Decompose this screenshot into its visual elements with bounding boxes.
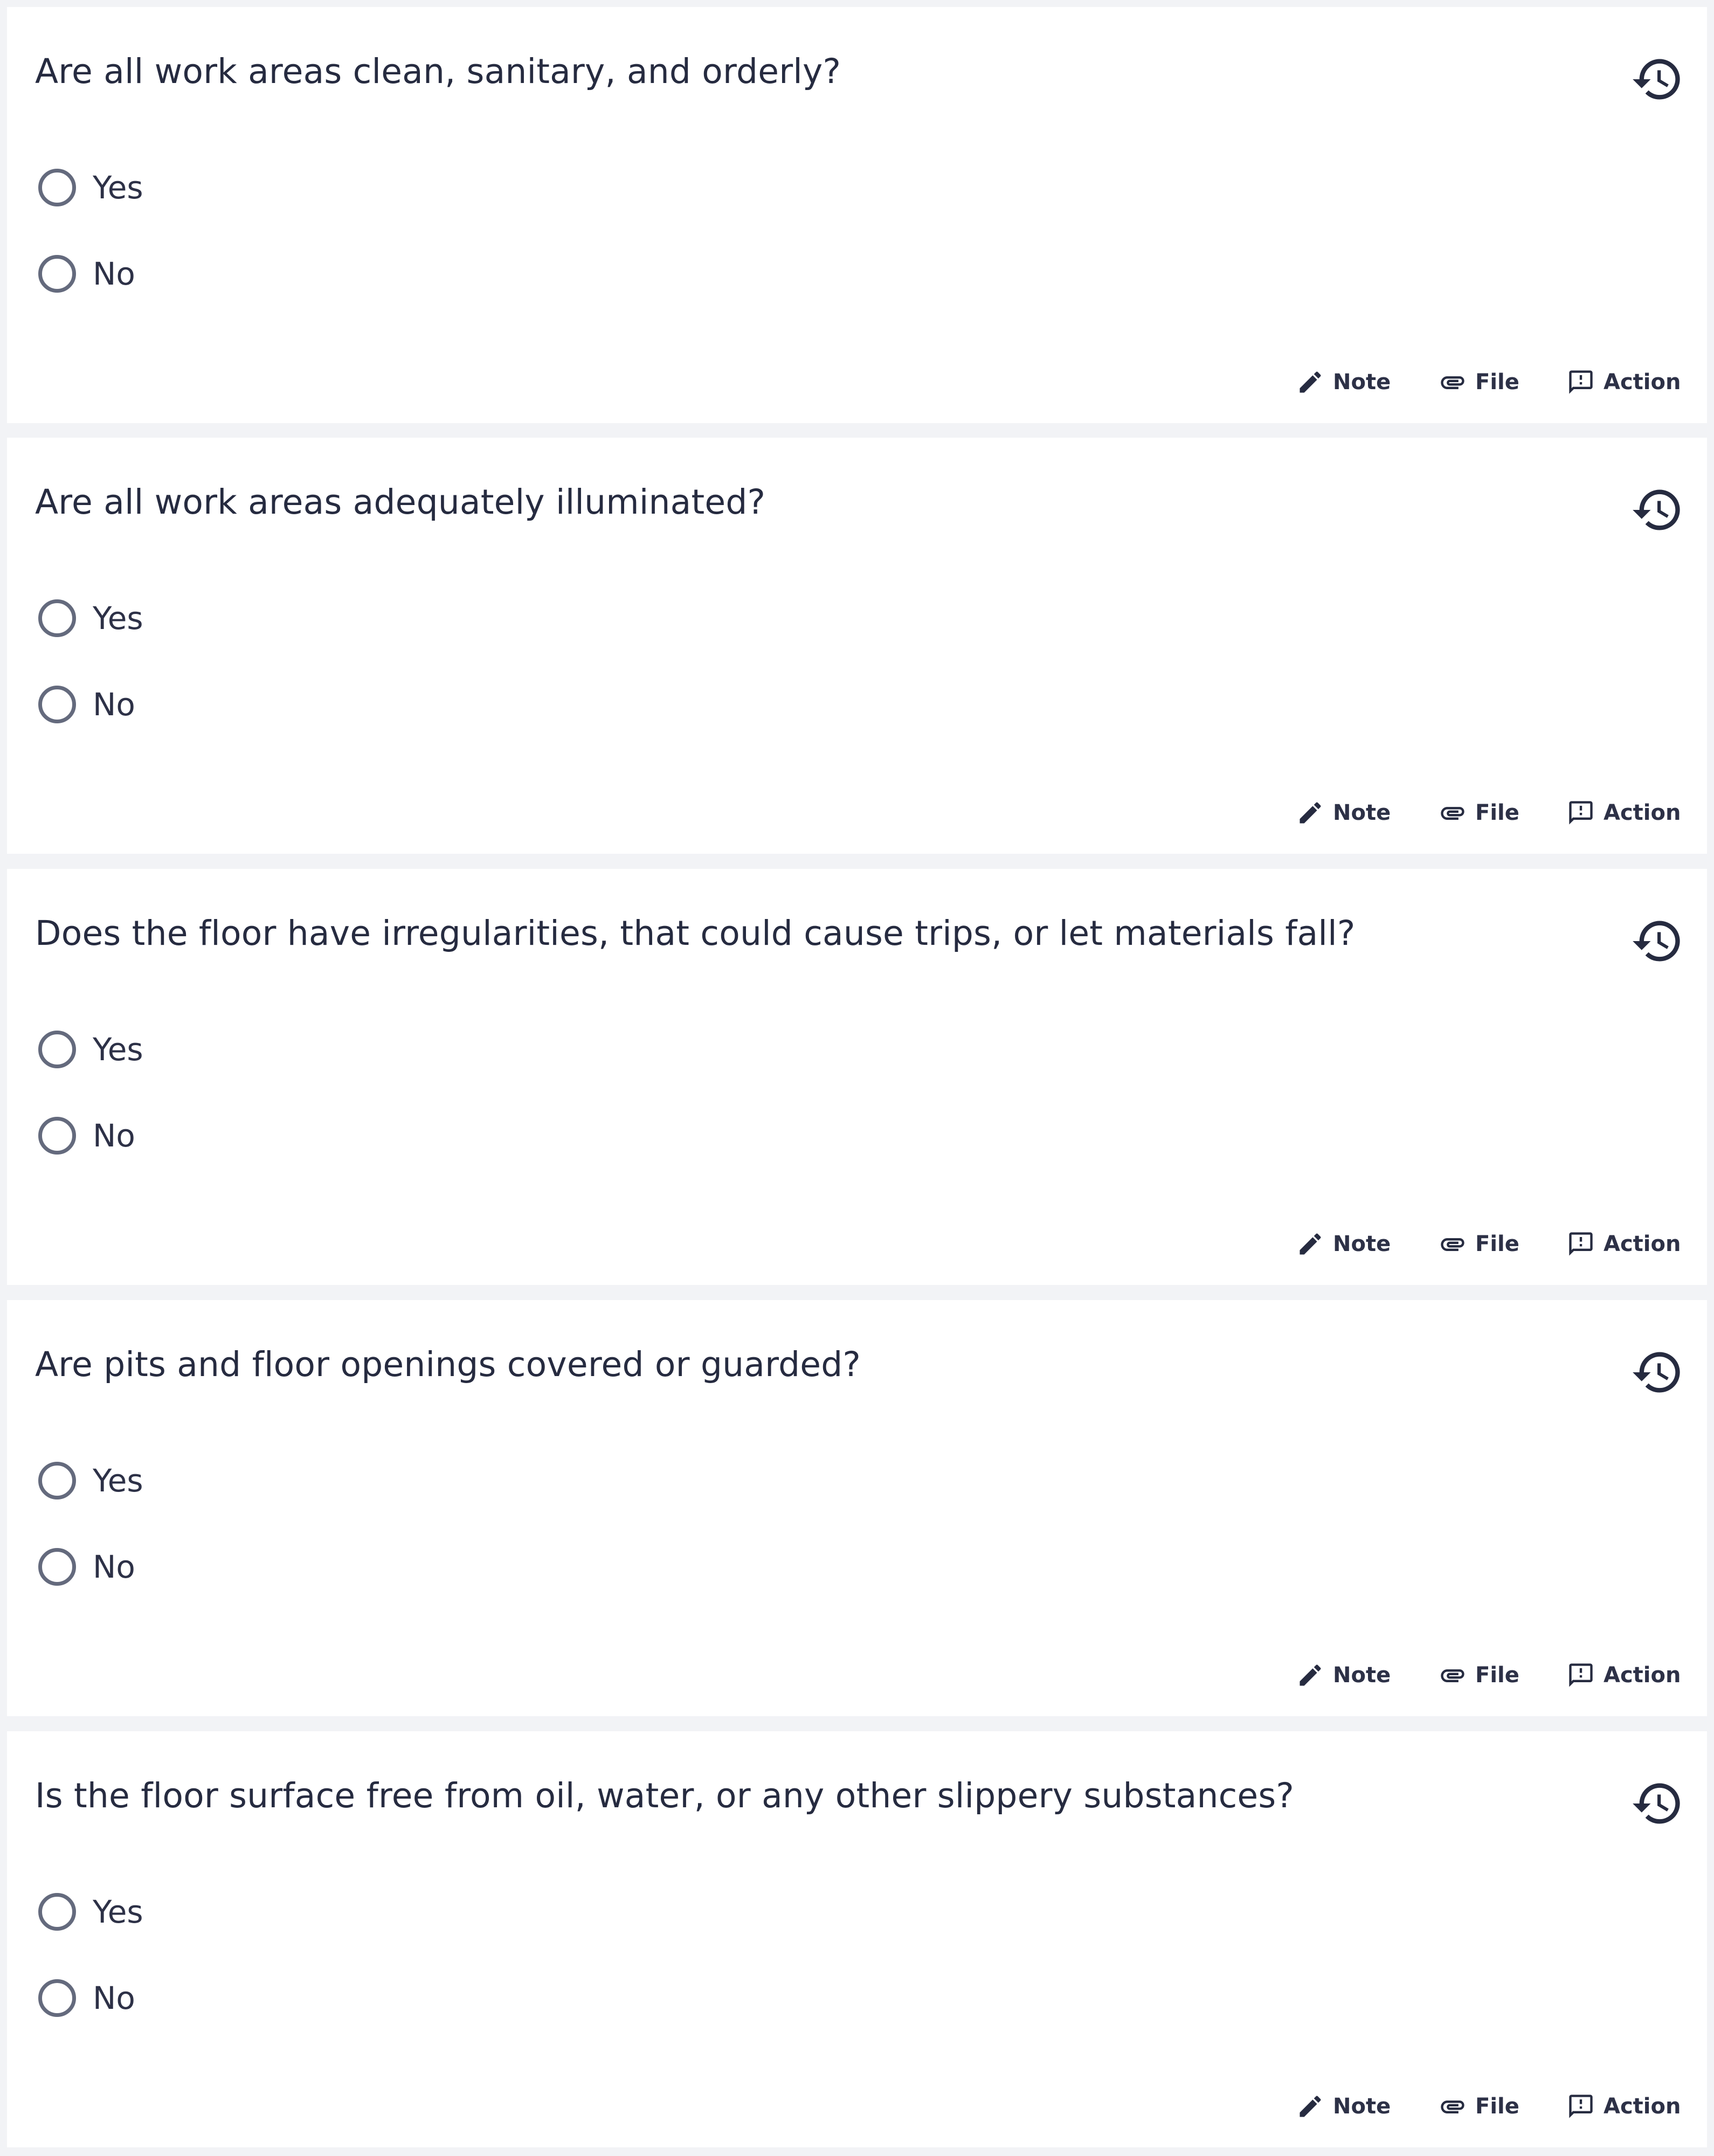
pencil-icon [1295, 798, 1325, 828]
option-no[interactable]: No [38, 1540, 135, 1594]
radio-button[interactable] [38, 599, 76, 637]
paperclip-icon [1437, 2091, 1468, 2122]
action-label: Action [1604, 800, 1681, 825]
action-button[interactable]: Action [1566, 361, 1681, 404]
note-button[interactable]: Note [1295, 361, 1391, 404]
option-no[interactable]: No [38, 247, 135, 301]
radio-button[interactable] [38, 1548, 76, 1586]
file-button[interactable]: File [1437, 1654, 1519, 1697]
question-text: Is the floor surface free from oil, wate… [35, 1776, 1295, 1815]
note-button[interactable]: Note [1295, 2085, 1391, 2128]
file-label: File [1475, 370, 1519, 395]
comment-alert-icon [1566, 1229, 1596, 1259]
action-label: Action [1604, 2094, 1681, 2119]
question-card-5: Is the floor surface free from oil, wate… [7, 1731, 1707, 2147]
option-yes[interactable]: Yes [38, 161, 143, 215]
option-no[interactable]: No [38, 1971, 135, 2025]
question-card-3: Does the floor have irregularities, that… [7, 869, 1707, 1285]
file-label: File [1475, 1232, 1519, 1256]
option-label: No [93, 686, 135, 723]
comment-alert-icon [1566, 798, 1596, 828]
file-button[interactable]: File [1437, 2085, 1519, 2128]
radio-button[interactable] [38, 1462, 76, 1499]
option-yes[interactable]: Yes [38, 1885, 143, 1939]
question-text: Does the floor have irregularities, that… [35, 914, 1356, 953]
pencil-icon [1295, 1229, 1325, 1259]
comment-alert-icon [1566, 2091, 1596, 2122]
comment-alert-icon [1566, 367, 1596, 397]
action-label: Action [1604, 1663, 1681, 1688]
question-card-2: Are all work areas adequately illuminate… [7, 438, 1707, 854]
file-button[interactable]: File [1437, 791, 1519, 834]
option-yes[interactable]: Yes [38, 1454, 143, 1508]
radio-button[interactable] [38, 1979, 76, 2017]
radio-button[interactable] [38, 686, 76, 723]
note-label: Note [1333, 370, 1391, 395]
paperclip-icon [1437, 1660, 1468, 1690]
file-button[interactable]: File [1437, 1222, 1519, 1266]
action-button[interactable]: Action [1566, 2085, 1681, 2128]
paperclip-icon [1437, 798, 1468, 828]
question-card-1: Are all work areas clean, sanitary, and … [7, 7, 1707, 423]
paperclip-icon [1437, 367, 1468, 397]
question-text: Are all work areas adequately illuminate… [35, 482, 766, 522]
note-label: Note [1333, 800, 1391, 825]
radio-button[interactable] [38, 1117, 76, 1155]
option-no[interactable]: No [38, 1109, 135, 1163]
file-label: File [1475, 1663, 1519, 1688]
action-button[interactable]: Action [1566, 791, 1681, 834]
history-button[interactable] [1629, 1775, 1685, 1832]
history-button[interactable] [1629, 1344, 1685, 1400]
option-label: Yes [93, 1894, 143, 1930]
option-label: Yes [93, 169, 143, 206]
radio-button[interactable] [38, 255, 76, 293]
action-button[interactable]: Action [1566, 1222, 1681, 1266]
history-button[interactable] [1629, 51, 1685, 107]
option-label: Yes [93, 1031, 143, 1068]
action-button[interactable]: Action [1566, 1654, 1681, 1697]
pencil-icon [1295, 1660, 1325, 1690]
question-list: Are all work areas clean, sanitary, and … [0, 0, 1714, 2156]
file-label: File [1475, 800, 1519, 825]
option-yes[interactable]: Yes [38, 591, 143, 645]
option-label: No [93, 1980, 135, 2016]
action-label: Action [1604, 1232, 1681, 1256]
action-label: Action [1604, 370, 1681, 395]
history-icon [1630, 1777, 1684, 1830]
question-text: Are all work areas clean, sanitary, and … [35, 52, 841, 91]
question-card-4: Are pits and floor openings covered or g… [7, 1300, 1707, 1716]
pencil-icon [1295, 2091, 1325, 2122]
note-button[interactable]: Note [1295, 791, 1391, 834]
option-label: Yes [93, 600, 143, 637]
question-text: Are pits and floor openings covered or g… [35, 1345, 861, 1384]
note-label: Note [1333, 2094, 1391, 2119]
history-icon [1630, 914, 1684, 968]
history-icon [1630, 52, 1684, 106]
note-label: Note [1333, 1232, 1391, 1256]
note-button[interactable]: Note [1295, 1654, 1391, 1697]
radio-button[interactable] [38, 169, 76, 206]
option-label: No [93, 255, 135, 292]
option-label: No [93, 1549, 135, 1585]
file-label: File [1475, 2094, 1519, 2119]
pencil-icon [1295, 367, 1325, 397]
note-button[interactable]: Note [1295, 1222, 1391, 1266]
option-no[interactable]: No [38, 678, 135, 731]
radio-button[interactable] [38, 1031, 76, 1068]
comment-alert-icon [1566, 1660, 1596, 1690]
radio-button[interactable] [38, 1893, 76, 1931]
history-icon [1630, 483, 1684, 537]
option-label: Yes [93, 1462, 143, 1499]
option-yes[interactable]: Yes [38, 1022, 143, 1076]
history-icon [1630, 1345, 1684, 1399]
paperclip-icon [1437, 1229, 1468, 1259]
note-label: Note [1333, 1663, 1391, 1688]
history-button[interactable] [1629, 482, 1685, 538]
option-label: No [93, 1117, 135, 1154]
history-button[interactable] [1629, 913, 1685, 969]
file-button[interactable]: File [1437, 361, 1519, 404]
